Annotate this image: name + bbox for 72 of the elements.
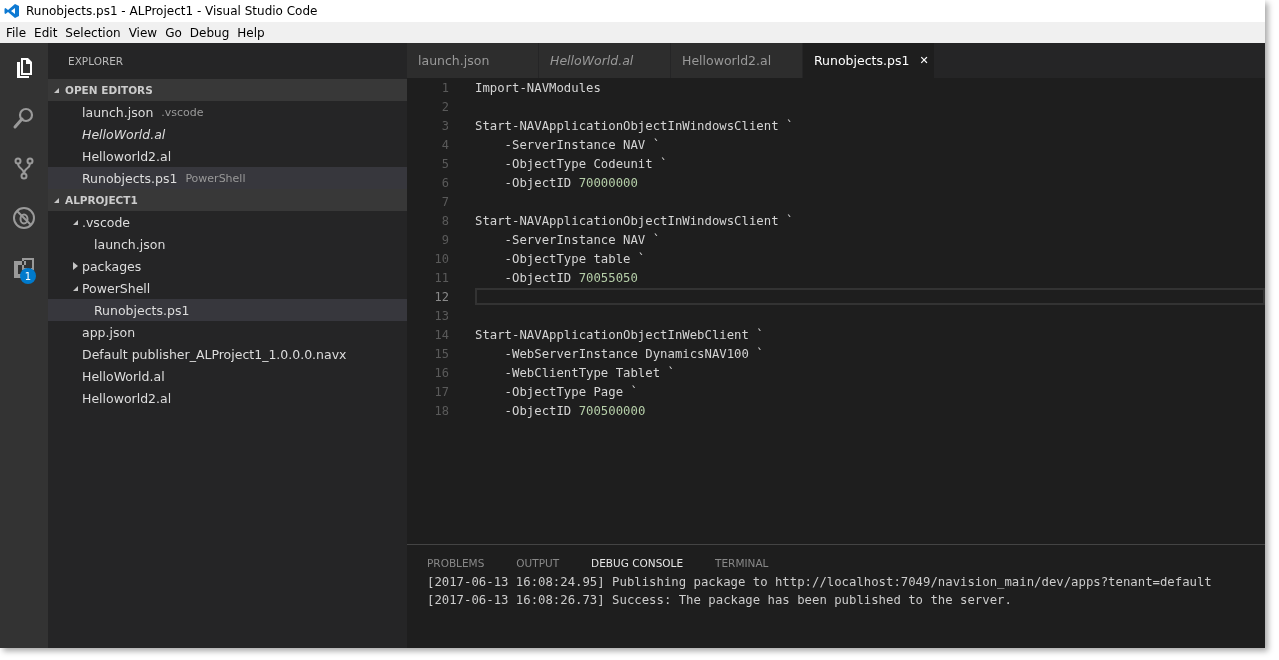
section-header[interactable]: ALPROJECT1	[48, 189, 407, 211]
line-number: 14	[433, 327, 449, 342]
code-line: -WebClientType Tablet `	[503, 365, 675, 380]
tree-item[interactable]: app.json	[48, 321, 407, 343]
menu-item[interactable]: View	[124, 25, 162, 40]
menu-item[interactable]: Edit	[30, 25, 62, 40]
console-line: [2017-06-13 16:08:24.95] Publishing package to http://localhost:7049/navision_main/dev/apps?tenant=default	[426, 575, 1213, 591]
line-number: 10	[433, 251, 449, 266]
line-number: 9	[440, 232, 449, 247]
tree-item[interactable]: PowerShell	[48, 277, 407, 299]
open-editor-item[interactable]: Helloworld2.al	[48, 145, 407, 167]
code-line: -ObjectType Page `	[503, 384, 638, 399]
open-editor-item[interactable]: HelloWorld.al	[48, 123, 407, 145]
section-header[interactable]: OPEN EDITORS	[48, 79, 407, 101]
code-line: Start-NAVApplicationObjectInWebClient `	[475, 327, 764, 342]
line-number: 3	[440, 118, 449, 133]
line-number: 5	[440, 156, 449, 171]
editor-tab[interactable]: Helloworld2.al	[671, 43, 803, 78]
code-line: -ObjectType Codeunit `	[503, 156, 668, 171]
line-number: 16	[433, 365, 449, 380]
search-icon[interactable]	[12, 106, 36, 130]
line-number: 1	[440, 80, 449, 95]
tree-item[interactable]: packages	[48, 255, 407, 277]
window-title: Runobjects.ps1 - ALProject1 - Visual Studio Code	[26, 4, 318, 18]
sidebar-title: EXPLORER	[68, 55, 124, 67]
code-line: -ObjectID 700500000	[503, 403, 646, 418]
editor-tab[interactable]: launch.json	[407, 43, 539, 78]
tree-item[interactable]: launch.json	[48, 233, 407, 255]
open-editor-item[interactable]: launch.json .vscode	[48, 101, 407, 123]
source-control-icon[interactable]	[12, 156, 36, 180]
menu-item[interactable]: Selection	[61, 25, 125, 40]
code-line: -ObjectID 70055050	[503, 270, 638, 285]
line-number: 2	[440, 99, 449, 114]
line-number: 17	[433, 384, 449, 399]
code-line: -ObjectType table `	[503, 251, 646, 266]
menu-item[interactable]: Help	[233, 25, 269, 40]
editor-tab[interactable]: Runobjects.ps1 ✕	[803, 43, 935, 78]
tree-item[interactable]: HelloWorld.al	[48, 365, 407, 387]
code-line: -WebServerInstance DynamicsNAV100 `	[503, 346, 764, 361]
line-number: 12	[433, 289, 449, 304]
menu-item[interactable]: File	[2, 25, 31, 40]
code-line: Start-NAVApplicationObjectInWindowsClient `	[475, 118, 794, 133]
notification-badge: 1	[20, 268, 36, 284]
menu-item[interactable]: Go	[161, 25, 186, 40]
code-line: -ServerInstance NAV `	[503, 232, 661, 247]
panel-tab[interactable]: PROBLEMS	[427, 557, 485, 569]
code-line: -ObjectID 70000000	[503, 175, 638, 190]
code-line: Import-NAVModules	[475, 80, 601, 95]
panel-tab[interactable]: TERMINAL	[715, 557, 769, 569]
line-number: 4	[440, 137, 449, 152]
line-number: 18	[433, 403, 449, 418]
debug-icon[interactable]	[12, 206, 36, 230]
code-line: Start-NAVApplicationObjectInWindowsClient `	[475, 213, 794, 228]
open-editor-item[interactable]: Runobjects.ps1 PowerShell	[48, 167, 407, 189]
menu-item[interactable]: Debug	[185, 25, 234, 40]
tree-item[interactable]: Default publisher_ALProject1_1.0.0.0.navx	[48, 343, 407, 365]
panel-tab[interactable]: OUTPUT	[516, 557, 560, 569]
line-number: 7	[440, 194, 449, 209]
code-line: -ServerInstance NAV `	[503, 137, 661, 152]
line-number: 8	[440, 213, 449, 228]
app-logo-icon	[4, 3, 20, 19]
tree-item[interactable]: .vscode	[48, 211, 407, 233]
line-number: 6	[440, 175, 449, 190]
line-number: 11	[433, 270, 449, 285]
tree-item[interactable]: Helloworld2.al	[48, 387, 407, 409]
panel-tab[interactable]: DEBUG CONSOLE	[591, 557, 684, 569]
editor-tab[interactable]: HelloWorld.al	[539, 43, 671, 78]
tree-item[interactable]: Runobjects.ps1	[48, 299, 407, 321]
line-number: 15	[433, 346, 449, 361]
close-icon[interactable]: ✕	[919, 54, 929, 67]
console-line: [2017-06-13 16:08:26.73] Success: The package has been published to the server.	[426, 593, 1013, 609]
line-number: 13	[433, 308, 449, 323]
